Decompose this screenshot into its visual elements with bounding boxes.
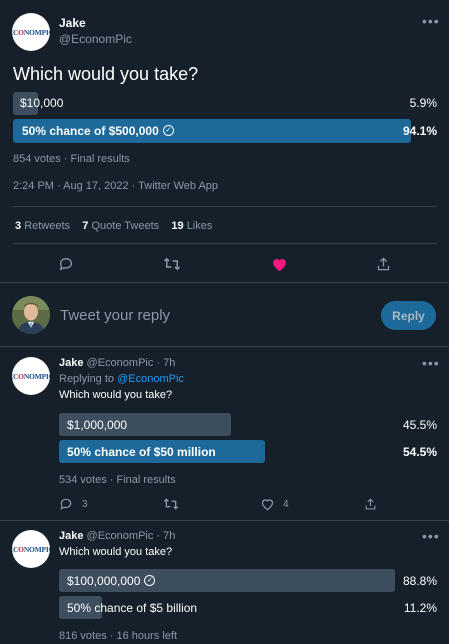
divider bbox=[13, 243, 437, 244]
user-avatar[interactable] bbox=[12, 296, 50, 334]
poll-option-1-label: $100,000,000 ✓ bbox=[67, 574, 156, 588]
economic-logo: ECONOMPIC bbox=[12, 544, 50, 554]
reply2-header: Jake @EconomPic · 7h bbox=[59, 530, 175, 542]
tweet-text: Which would you take? bbox=[13, 64, 199, 84]
reply-icon[interactable] bbox=[59, 497, 73, 511]
retweet-icon[interactable] bbox=[163, 256, 181, 272]
reply-icon[interactable] bbox=[58, 256, 74, 272]
share-icon[interactable] bbox=[376, 256, 391, 272]
economic-logo: ECONOMPIC bbox=[12, 371, 50, 381]
like-icon[interactable] bbox=[271, 256, 288, 272]
economic-logo: ECONOMPIC bbox=[12, 27, 50, 37]
poll-option-1-label: $1,000,000 bbox=[67, 418, 128, 432]
reply-input[interactable]: Tweet your reply bbox=[60, 307, 170, 324]
share-icon[interactable] bbox=[364, 497, 377, 511]
reply1-avatar[interactable]: ECONOMPIC bbox=[12, 357, 50, 395]
more-options-icon[interactable]: ••• bbox=[422, 528, 440, 544]
reply2-avatar[interactable]: ECONOMPIC bbox=[12, 530, 50, 568]
poll-option-2-label: 50% chance of $5 billion bbox=[67, 601, 198, 615]
replying-to: Replying to @EconomPic bbox=[59, 373, 184, 385]
reply-button[interactable]: Reply bbox=[381, 301, 436, 330]
user-photo bbox=[12, 296, 50, 334]
reply2-handle-time[interactable]: @EconomPic · 7h bbox=[87, 530, 176, 542]
poll-option-2-percent: 54.5% bbox=[402, 445, 437, 459]
reply2-text: Which would you take? bbox=[59, 546, 173, 558]
divider bbox=[0, 520, 449, 521]
divider bbox=[0, 346, 449, 347]
like-icon[interactable] bbox=[260, 497, 275, 511]
poll-option-1-percent: 88.8% bbox=[402, 574, 437, 588]
divider bbox=[0, 282, 449, 283]
reply1-header: Jake @EconomPic · 7h bbox=[59, 357, 175, 369]
author-handle[interactable]: @EconomPic bbox=[59, 32, 132, 46]
reply1-text: Which would you take? bbox=[59, 389, 173, 401]
reply1-author-name[interactable]: Jake bbox=[59, 357, 83, 369]
reply2-author-name[interactable]: Jake bbox=[59, 530, 83, 542]
poll-option-1-percent: 45.5% bbox=[402, 418, 437, 432]
replying-to-prefix: Replying to bbox=[59, 373, 118, 385]
quote-stat[interactable]: 7 Quote Tweets bbox=[82, 220, 159, 232]
poll-option-2-label: 50% chance of $500,000 ✓ bbox=[22, 124, 174, 138]
retweet-stat[interactable]: 3 Retweets bbox=[15, 220, 70, 232]
author-name[interactable]: Jake bbox=[59, 16, 86, 30]
reply-count: 3 bbox=[82, 499, 88, 510]
poll-meta: 854 votes · Final results bbox=[13, 153, 130, 165]
poll-option-1-label: $10,000 bbox=[20, 96, 64, 110]
more-options-icon[interactable]: ••• bbox=[422, 355, 440, 371]
poll-option-1-percent: 5.9% bbox=[409, 96, 437, 110]
divider bbox=[13, 206, 437, 207]
check-circle-icon: ✓ bbox=[162, 125, 174, 137]
like-count: 4 bbox=[283, 499, 289, 510]
reply1-handle-time[interactable]: @EconomPic · 7h bbox=[87, 357, 176, 369]
check-circle-icon: ✓ bbox=[144, 575, 156, 587]
more-options-icon[interactable]: ••• bbox=[422, 13, 440, 29]
poll-meta: 816 votes · 16 hours left bbox=[59, 630, 178, 642]
poll-option-2-label: 50% chance of $50 million bbox=[67, 445, 216, 459]
retweet-icon[interactable] bbox=[163, 497, 179, 511]
tweet-timestamp[interactable]: 2:24 PM · Aug 17, 2022 · Twitter Web App bbox=[13, 180, 218, 192]
poll-option-2-percent: 94.1% bbox=[402, 124, 437, 138]
tweet-stats: 3 Retweets 7 Quote Tweets 19 Likes bbox=[15, 220, 212, 232]
author-avatar[interactable]: ECONOMPIC bbox=[12, 13, 50, 51]
poll-meta: 534 votes · Final results bbox=[59, 474, 176, 486]
poll-option-2-percent: 11.2% bbox=[403, 601, 437, 615]
likes-stat[interactable]: 19 Likes bbox=[171, 220, 212, 232]
replying-to-handle[interactable]: @EconomPic bbox=[117, 373, 184, 385]
